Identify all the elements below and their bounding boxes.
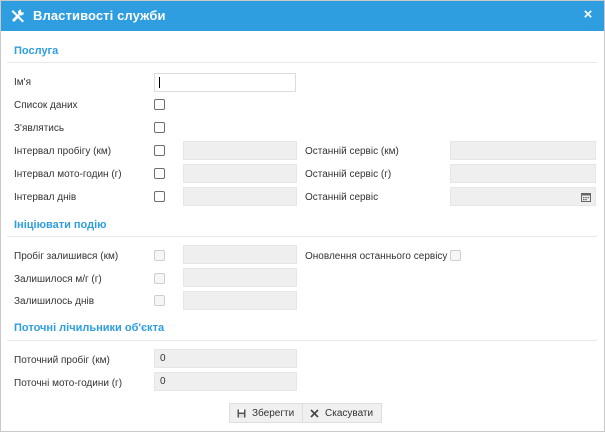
- name-label: Ім'я: [14, 77, 31, 88]
- current-mileage-label: Поточний пробіг (км): [14, 355, 110, 366]
- mileage-interval-checkbox[interactable]: [154, 145, 165, 156]
- section-divider: [7, 62, 597, 63]
- save-button-label: Зберегти: [252, 407, 295, 419]
- days-interval-input[interactable]: [183, 187, 297, 206]
- calendar-icon[interactable]: [581, 192, 591, 202]
- engine-hours-interval-input[interactable]: [183, 164, 297, 183]
- dialog-title: Властивості служби: [33, 8, 166, 23]
- hours-left-label: Залишилося м/г (г): [14, 274, 102, 285]
- mileage-left-label: Пробіг залишився (км): [14, 251, 119, 262]
- days-left-label: Залишилось днів: [14, 296, 95, 307]
- section-divider: [7, 236, 597, 237]
- show-checkbox[interactable]: [154, 122, 165, 133]
- engine-hours-interval-checkbox[interactable]: [154, 168, 165, 179]
- current-mileage-input[interactable]: 0: [154, 349, 297, 368]
- update-last-service-label: Оновлення останнього сервісу: [305, 251, 448, 262]
- last-service-date-label: Останній сервіс: [305, 192, 379, 203]
- tools-icon: [11, 9, 24, 23]
- close-icon[interactable]: ×: [580, 7, 596, 23]
- last-service-date-input[interactable]: [450, 187, 596, 206]
- data-list-label: Список даних: [14, 100, 78, 111]
- data-list-checkbox[interactable]: [154, 99, 165, 110]
- section-divider: [7, 340, 597, 341]
- days-interval-label: Інтервал днів: [14, 192, 77, 203]
- dialog-titlebar: Властивості служби ×: [1, 1, 604, 31]
- last-service-h-label: Останній сервіс (г): [305, 169, 392, 180]
- section-trigger-title: Ініціювати подію: [14, 219, 107, 231]
- service-properties-dialog: Властивості служби × Послуга Ім'я Список…: [0, 0, 605, 432]
- hours-left-input[interactable]: [183, 268, 297, 287]
- close-icon: [310, 408, 319, 418]
- text-caret: [159, 77, 160, 88]
- last-service-h-input[interactable]: [450, 164, 596, 183]
- show-label: З'являтись: [14, 123, 65, 134]
- name-input[interactable]: [154, 73, 296, 92]
- section-service-title: Послуга: [14, 45, 59, 57]
- cancel-button-label: Скасувати: [325, 407, 374, 419]
- days-left-input[interactable]: [183, 291, 297, 310]
- days-interval-checkbox[interactable]: [154, 191, 165, 202]
- mileage-left-input[interactable]: [183, 245, 297, 264]
- save-button[interactable]: Зберегти: [229, 403, 304, 423]
- engine-hours-interval-label: Інтервал мото-годин (г): [14, 169, 122, 180]
- mileage-left-checkbox[interactable]: [154, 250, 165, 261]
- current-hours-input[interactable]: 0: [154, 372, 297, 391]
- update-last-service-checkbox[interactable]: [450, 250, 461, 261]
- days-left-checkbox[interactable]: [154, 295, 165, 306]
- cancel-button[interactable]: Скасувати: [302, 403, 383, 423]
- mileage-interval-label: Інтервал пробігу (км): [14, 146, 112, 157]
- mileage-interval-input[interactable]: [183, 141, 297, 160]
- section-counters-title: Поточні лічильники об'єкта: [14, 322, 165, 334]
- floppy-disk-icon: [237, 409, 246, 417]
- last-service-km-label: Останній сервіс (км): [305, 146, 399, 157]
- hours-left-checkbox[interactable]: [154, 273, 165, 284]
- current-hours-label: Поточні мото-години (г): [14, 378, 123, 389]
- last-service-km-input[interactable]: [450, 141, 596, 160]
